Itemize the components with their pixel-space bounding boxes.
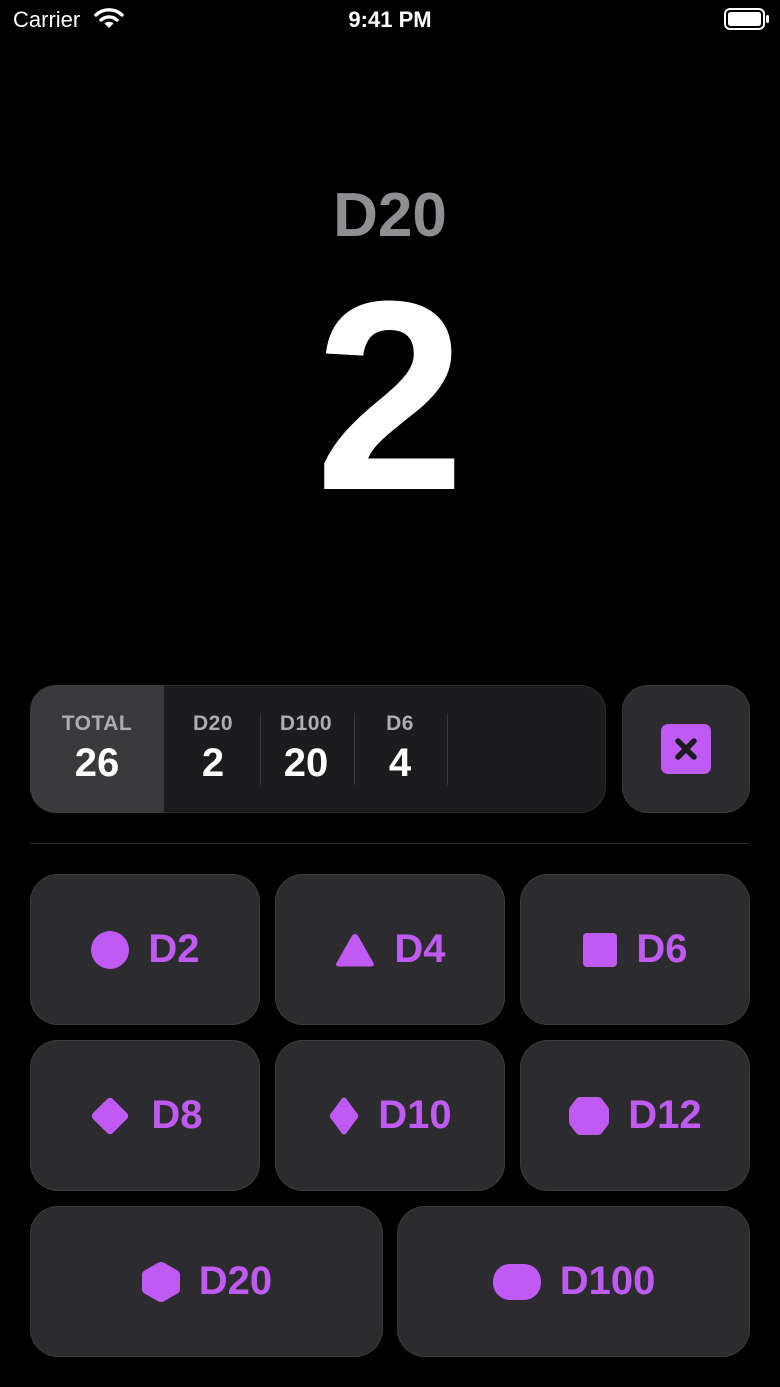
history-roll-value: 20	[283, 741, 329, 785]
clear-history-button[interactable]	[622, 685, 750, 813]
d8-button[interactable]: D8	[30, 1040, 260, 1191]
die-label: D6	[636, 927, 688, 971]
history-roll-die: D6	[386, 712, 414, 735]
status-bar: Carrier 9:41 PM	[0, 0, 780, 40]
clear-icon	[661, 724, 711, 774]
clock: 9:41 PM	[348, 7, 432, 32]
history-roll: D100 20	[260, 685, 352, 813]
d2-button[interactable]: D2	[30, 874, 260, 1025]
d20-button[interactable]: D20	[30, 1206, 383, 1357]
d12-button[interactable]: D12	[520, 1040, 750, 1191]
hexagon-icon	[141, 1261, 180, 1302]
history-roll-value: 2	[201, 741, 225, 785]
d10-button[interactable]: D10	[275, 1040, 505, 1191]
die-label: D8	[151, 1093, 203, 1137]
pill-icon	[492, 1263, 541, 1300]
die-label: D4	[394, 927, 446, 971]
d4-button[interactable]: D4	[275, 874, 505, 1025]
die-label: D100	[559, 1259, 656, 1303]
d100-button[interactable]: D100	[397, 1206, 750, 1357]
triangle-icon	[336, 933, 375, 966]
total-cell: TOTAL 26	[30, 685, 164, 813]
separator	[30, 843, 750, 844]
history-roll: D20 2	[167, 685, 259, 813]
roll-result: 2	[314, 246, 466, 547]
die-label: D10	[378, 1093, 452, 1137]
current-die-label: D20	[333, 181, 447, 250]
die-label: D2	[148, 927, 200, 971]
total-label: TOTAL	[61, 712, 133, 735]
octagon-icon	[569, 1096, 610, 1135]
history-roll: D6 4	[354, 685, 446, 813]
history-roll-value: 4	[388, 741, 412, 785]
circle-icon	[91, 930, 130, 969]
total-value: 26	[74, 741, 120, 785]
d6-button[interactable]: D6	[520, 874, 750, 1025]
square-icon	[583, 932, 618, 967]
die-label: D20	[198, 1259, 273, 1303]
diamond-icon	[92, 1097, 129, 1134]
history-roll-die: D100	[279, 712, 333, 735]
rhombus-icon	[330, 1097, 359, 1134]
battery-icon	[724, 8, 770, 35]
history-divider	[447, 713, 448, 785]
history-roll-die: D20	[192, 712, 234, 735]
die-label: D12	[628, 1093, 702, 1137]
roll-history[interactable]: TOTAL 26 D20 2 D100 20 D6 4	[30, 685, 606, 813]
